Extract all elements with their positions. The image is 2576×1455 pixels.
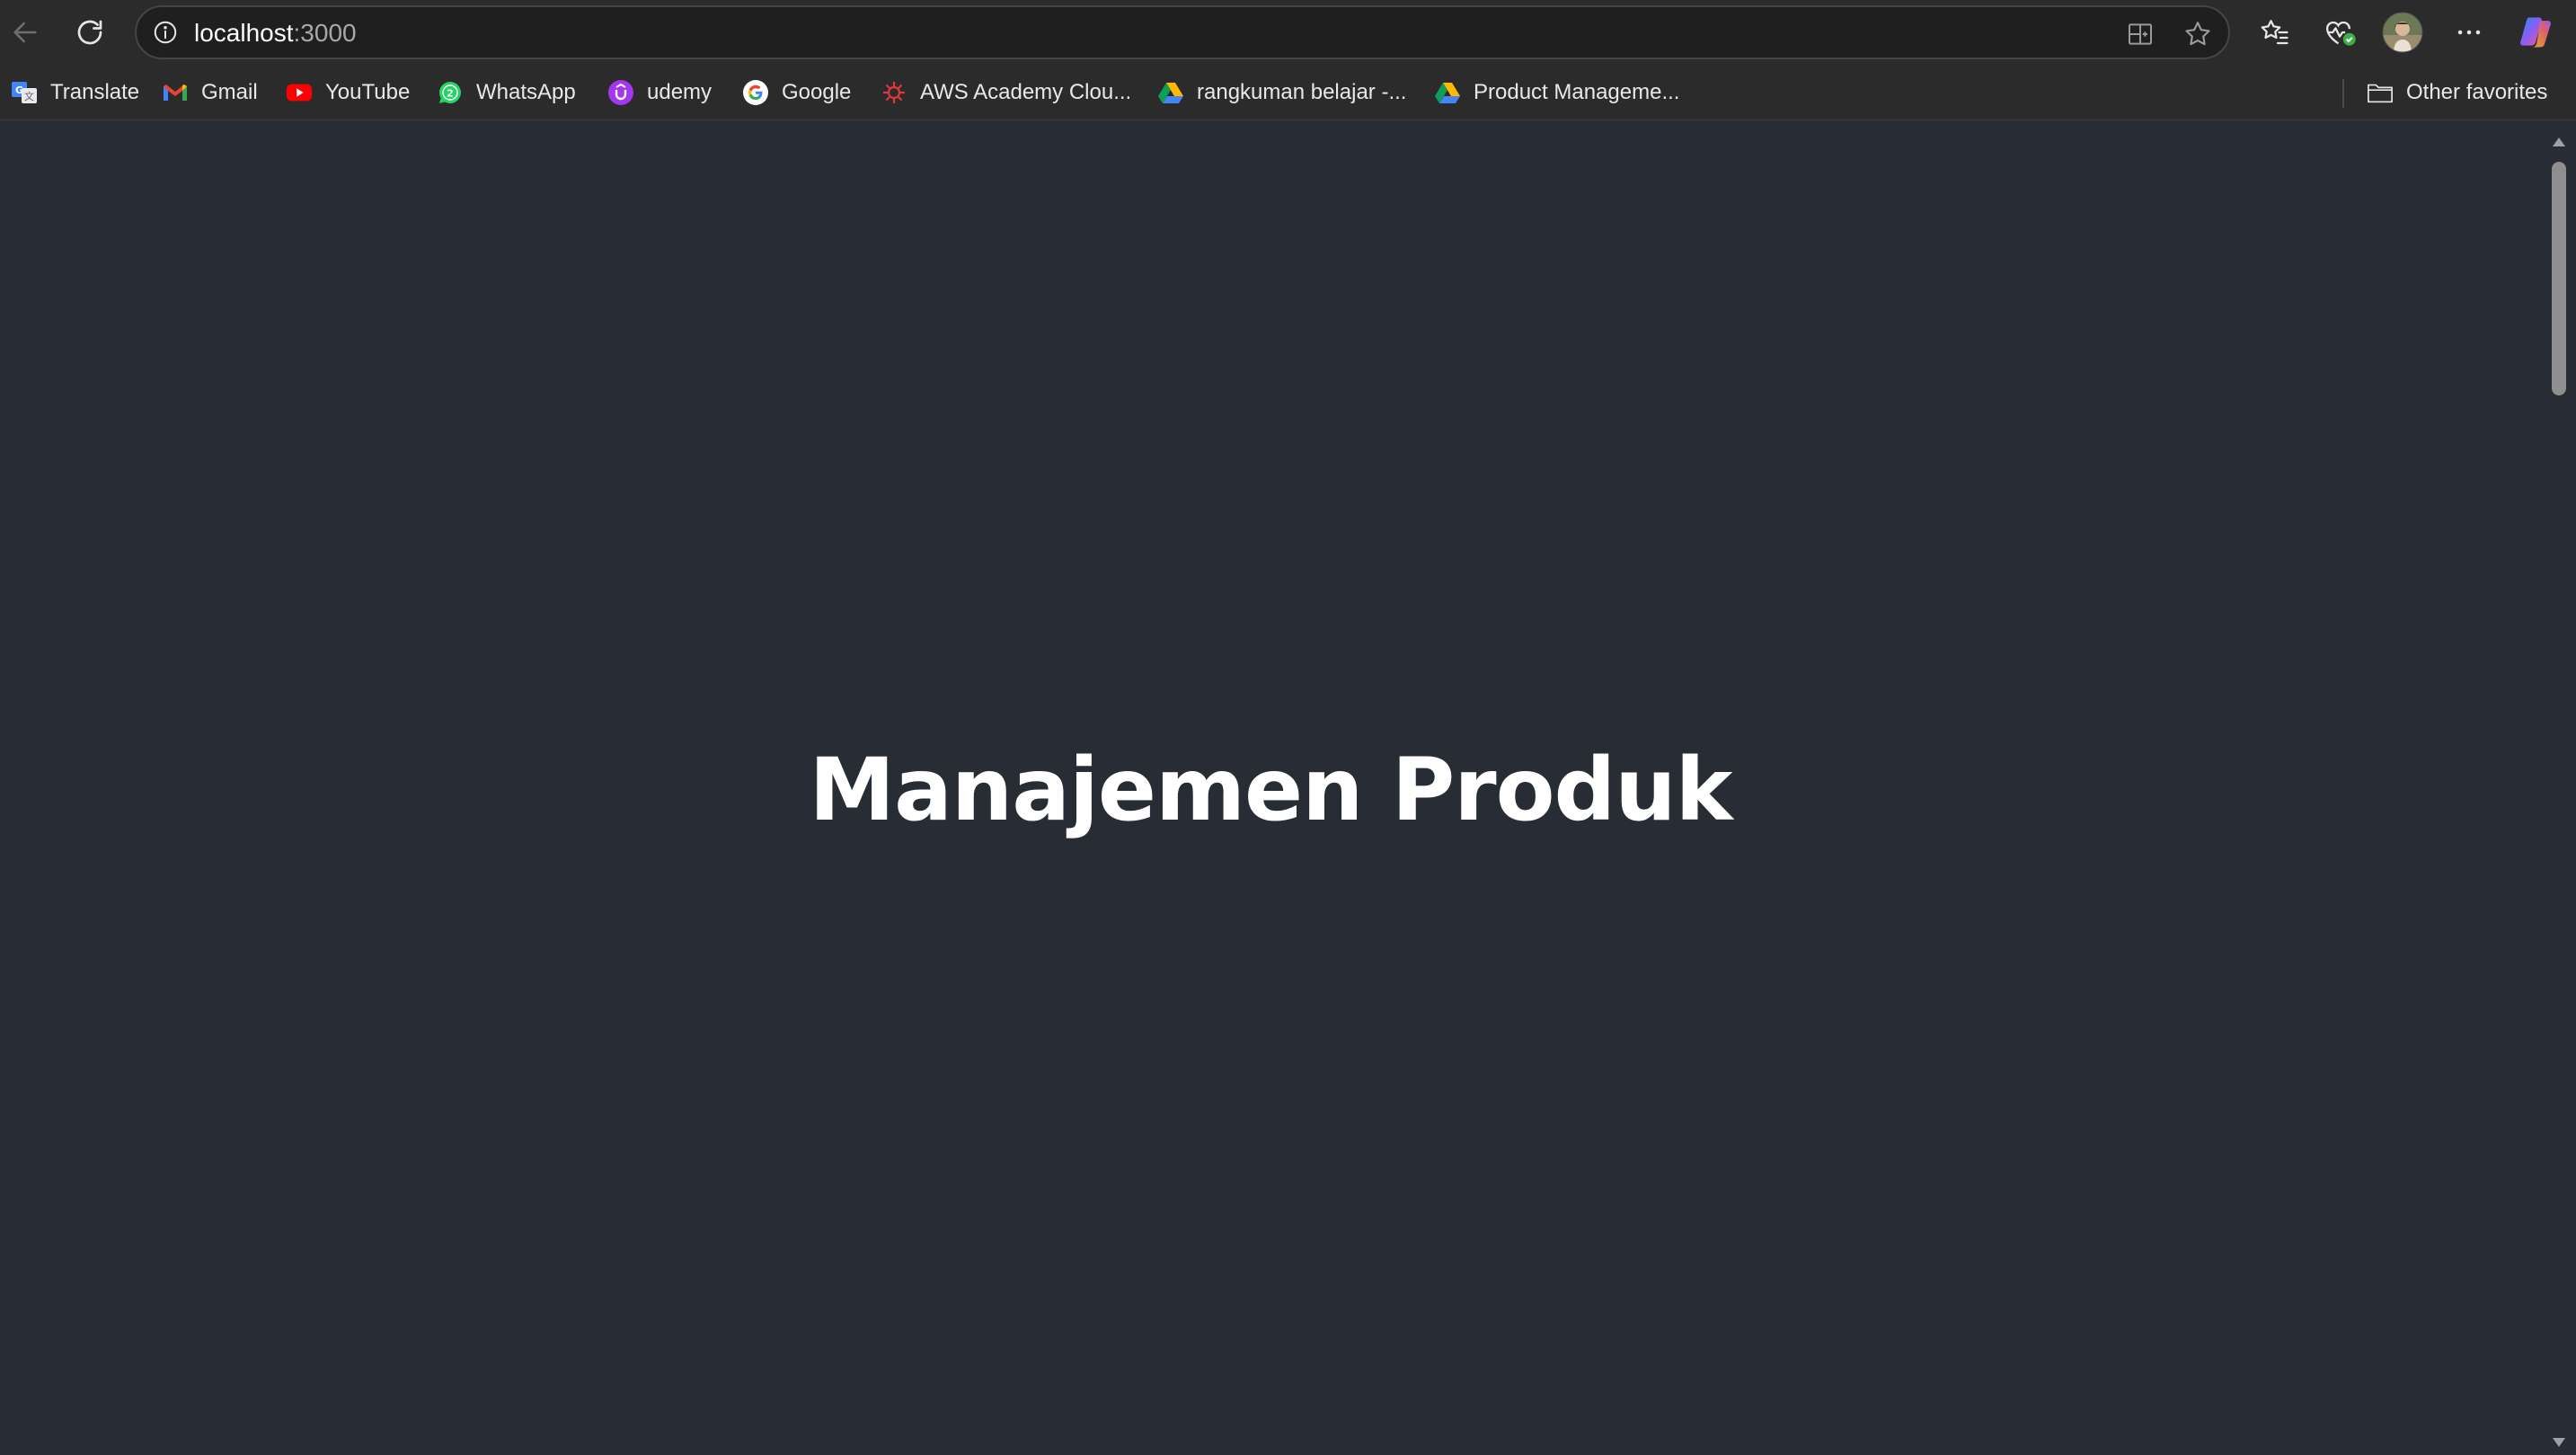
bookmark-label: YouTube (325, 80, 411, 104)
svg-text:文: 文 (24, 90, 34, 102)
other-favorites[interactable]: Other favorites (2367, 75, 2547, 110)
bookmark-whatsapp[interactable]: 2 WhatsApp (437, 75, 576, 110)
site-info-icon[interactable] (149, 16, 181, 49)
bookmark-product-management[interactable]: Product Manageme... (1434, 75, 1679, 110)
bookmarks-bar: G文 Translate Gmail YouTube 2 WhatsApp ud… (0, 65, 2576, 120)
youtube-icon (286, 79, 313, 106)
copilot-button[interactable] (2512, 9, 2559, 56)
bookmark-label: Product Manageme... (1474, 80, 1680, 104)
profile-avatar (2382, 12, 2423, 53)
bookmark-label: Gmail (201, 80, 258, 104)
bookmark-label: Google (782, 80, 852, 104)
aws-academy-icon (881, 79, 907, 106)
google-icon (742, 79, 769, 106)
browser-toolbar: localhost:3000 (0, 0, 2576, 65)
address-bar[interactable]: localhost:3000 (135, 5, 2230, 59)
scrollbar-thumb[interactable] (2552, 162, 2566, 395)
url-text[interactable]: localhost:3000 (194, 19, 357, 48)
split-screen-icon[interactable] (2122, 16, 2158, 52)
bookmark-udemy[interactable]: udemy (607, 75, 712, 110)
profile-button[interactable] (2379, 9, 2426, 56)
gmail-icon (162, 79, 189, 106)
google-drive-icon (1157, 79, 1184, 106)
bookmarks-divider (2342, 79, 2344, 108)
browser-essentials-button[interactable] (2316, 9, 2363, 56)
page-title: Manajemen Produk (809, 740, 1733, 840)
favorite-star-icon[interactable] (2180, 16, 2216, 52)
bookmark-aws-academy[interactable]: AWS Academy Clou... (881, 75, 1131, 110)
url-port: :3000 (293, 19, 357, 47)
bookmark-youtube[interactable]: YouTube (286, 75, 410, 110)
whatsapp-icon: 2 (437, 79, 464, 106)
other-favorites-label: Other favorites (2406, 80, 2548, 104)
scroll-down-arrow-icon[interactable] (2550, 1433, 2568, 1451)
bookmark-label: rangkuman belajar -... (1197, 80, 1407, 104)
page-viewport: Manajemen Produk (0, 120, 2552, 1455)
url-host: localhost (194, 19, 294, 47)
translate-icon: G文 (11, 79, 38, 106)
udemy-icon (607, 79, 634, 106)
back-icon (10, 17, 40, 48)
favorites-button[interactable] (2252, 9, 2298, 56)
bookmark-translate[interactable]: G文 Translate (11, 75, 139, 110)
browser-window: localhost:3000 G 文 Translate Gmail YouTu… (0, 0, 2576, 1455)
bookmark-rangkuman-belajar[interactable]: rangkuman belajar -... (1157, 75, 1406, 110)
vertical-scrollbar[interactable] (2541, 120, 2576, 1455)
folder-icon (2367, 79, 2394, 106)
copilot-icon (2516, 13, 2555, 52)
bookmark-label: WhatsApp (476, 80, 576, 104)
bookmark-gmail[interactable]: Gmail (162, 75, 258, 110)
bookmark-label: AWS Academy Clou... (920, 80, 1132, 104)
browser-essentials-icon (2322, 14, 2358, 50)
more-options-icon (2454, 17, 2484, 48)
favorites-list-icon (2259, 16, 2291, 49)
refresh-button[interactable] (66, 9, 113, 56)
bookmark-label: Translate (50, 80, 140, 104)
more-options-button[interactable] (2446, 9, 2492, 56)
back-button[interactable] (2, 9, 49, 56)
bookmark-label: udemy (647, 80, 713, 104)
svg-text:2: 2 (447, 88, 454, 100)
google-drive-icon (1434, 79, 1461, 106)
scroll-up-arrow-icon[interactable] (2550, 133, 2568, 151)
bookmark-google[interactable]: Google (742, 75, 851, 110)
refresh-icon (74, 16, 106, 49)
